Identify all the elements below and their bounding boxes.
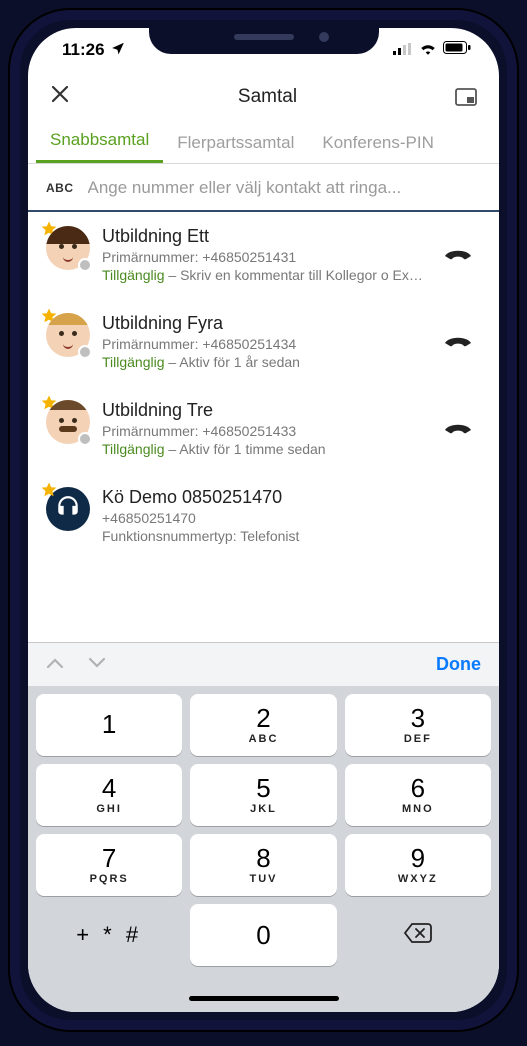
next-field-icon[interactable]	[88, 656, 106, 674]
location-arrow-icon	[111, 40, 125, 60]
contact-name: Kö Demo 0850251470	[102, 487, 481, 508]
battery-icon	[443, 40, 471, 60]
search-row: ABC	[28, 164, 499, 212]
tab-bar: Snabbsamtal Flerpartssamtal Konferens-PI…	[28, 122, 499, 164]
contact-primary: Primärnummer: +46850251431	[102, 249, 429, 265]
status-time: 11:26	[62, 40, 105, 60]
tab-flerpartssamtal[interactable]: Flerpartssamtal	[163, 123, 308, 163]
keyboard-done-button[interactable]: Done	[436, 654, 481, 675]
contact-status: Funktionsnummertyp: Telefonist	[102, 528, 481, 544]
avatar	[46, 226, 90, 270]
call-button[interactable]	[441, 242, 481, 267]
key-1[interactable]: 1	[36, 694, 182, 756]
key-3[interactable]: 3DEF	[345, 694, 491, 756]
key-0[interactable]: 0	[190, 904, 336, 966]
key-9[interactable]: 9WXYZ	[345, 834, 491, 896]
keyboard: Done 1 2ABC 3DEF 4GHI 5JKL 6MNO 7PQRS 8T…	[28, 642, 499, 1012]
close-button[interactable]	[50, 83, 80, 111]
backspace-icon	[403, 922, 433, 949]
contact-status: Tillgänglig – Aktiv för 1 timme sedan	[102, 441, 429, 457]
tab-snabbsamtal[interactable]: Snabbsamtal	[36, 120, 163, 163]
keyboard-toolbar: Done	[28, 642, 499, 686]
contact-status: Tillgänglig – Aktiv för 1 år sedan	[102, 354, 429, 370]
key-7[interactable]: 7PQRS	[36, 834, 182, 896]
screen: 11:26 Samtal	[28, 28, 499, 1012]
contact-name: Utbildning Tre	[102, 400, 429, 421]
contact-status: Tillgänglig – Skriv en kommentar till Ko…	[102, 267, 429, 283]
list-item[interactable]: Kö Demo 0850251470 +46850251470 Funktion…	[28, 473, 499, 560]
wifi-icon	[419, 40, 437, 60]
front-camera	[319, 32, 329, 42]
avatar	[46, 400, 90, 444]
notch	[149, 20, 379, 54]
contact-primary: +46850251470	[102, 510, 481, 526]
contact-primary: Primärnummer: +46850251434	[102, 336, 429, 352]
home-indicator[interactable]	[28, 984, 499, 1012]
list-item[interactable]: Utbildning Fyra Primärnummer: +468502514…	[28, 299, 499, 386]
key-8[interactable]: 8TUV	[190, 834, 336, 896]
presence-dot-icon	[78, 345, 92, 359]
key-backspace[interactable]	[345, 904, 491, 966]
call-button[interactable]	[441, 416, 481, 441]
call-button[interactable]	[441, 329, 481, 354]
key-2[interactable]: 2ABC	[190, 694, 336, 756]
avatar	[46, 487, 90, 531]
star-icon	[40, 481, 58, 499]
headset-icon	[55, 494, 81, 525]
contact-list[interactable]: Utbildning Ett Primärnummer: +4685025143…	[28, 212, 499, 642]
key-5[interactable]: 5JKL	[190, 764, 336, 826]
page-title: Samtal	[80, 86, 455, 108]
presence-dot-icon	[78, 258, 92, 272]
key-4[interactable]: 4GHI	[36, 764, 182, 826]
contact-primary: Primärnummer: +46850251433	[102, 423, 429, 439]
contact-name: Utbildning Fyra	[102, 313, 429, 334]
list-item[interactable]: Utbildning Tre Primärnummer: +4685025143…	[28, 386, 499, 473]
list-item[interactable]: Utbildning Ett Primärnummer: +4685025143…	[28, 212, 499, 299]
keypad: 1 2ABC 3DEF 4GHI 5JKL 6MNO 7PQRS 8TUV 9W…	[28, 686, 499, 984]
nav-bar: Samtal	[28, 72, 499, 122]
cell-signal-icon	[393, 40, 413, 60]
prev-field-icon[interactable]	[46, 656, 64, 674]
speaker-grill	[234, 34, 294, 40]
input-mode-toggle[interactable]: ABC	[46, 181, 74, 195]
dial-input[interactable]	[88, 178, 482, 198]
key-6[interactable]: 6MNO	[345, 764, 491, 826]
contact-name: Utbildning Ett	[102, 226, 429, 247]
presence-dot-icon	[78, 432, 92, 446]
phone-frame: 11:26 Samtal	[10, 10, 517, 1030]
tab-konferens-pin[interactable]: Konferens-PIN	[308, 123, 448, 163]
minimize-icon[interactable]	[455, 88, 477, 106]
key-symbols[interactable]: + * #	[36, 904, 182, 966]
avatar	[46, 313, 90, 357]
